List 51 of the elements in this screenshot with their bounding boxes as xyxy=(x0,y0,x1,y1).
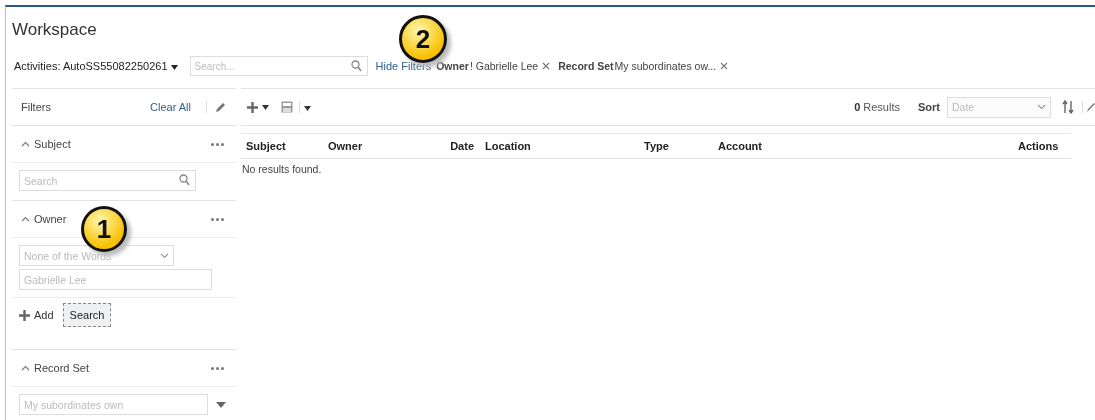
caret-icon xyxy=(170,65,178,70)
caret-icon[interactable] xyxy=(216,401,226,408)
section-chevron-icon[interactable] xyxy=(21,141,30,147)
column-header[interactable]: Subject xyxy=(241,140,323,152)
caret-icon[interactable] xyxy=(304,106,311,111)
more-icon[interactable] xyxy=(211,217,224,221)
activities-dropdown[interactable]: Activities: AutoSS55082250261 xyxy=(14,60,178,72)
search-field[interactable]: Search... xyxy=(189,56,368,76)
chip-value: My subordinates ow... xyxy=(614,60,717,72)
search-icon xyxy=(179,174,190,186)
section-chevron-icon[interactable] xyxy=(21,365,30,371)
column-header[interactable]: Actions xyxy=(1013,140,1059,152)
sort-label: Sort xyxy=(918,101,940,113)
plus-icon xyxy=(247,101,258,113)
chevron-down-icon xyxy=(1037,104,1046,110)
pencil-icon[interactable] xyxy=(206,101,227,113)
callout-badge: 2 xyxy=(399,15,447,63)
more-icon[interactable] xyxy=(211,142,224,146)
chip-label: Owner xyxy=(436,60,469,72)
section-title[interactable]: Subject xyxy=(34,138,71,150)
add-button[interactable]: Add xyxy=(19,309,54,321)
chip-value: ! Gabrielle Lee xyxy=(469,60,539,72)
sort-order-icon[interactable] xyxy=(1062,100,1074,114)
column-header[interactable]: Owner xyxy=(323,140,440,152)
callout-badge: 1 xyxy=(81,206,127,252)
column-header[interactable]: Date xyxy=(440,140,480,152)
chevron-down-icon xyxy=(160,252,169,259)
column-header[interactable]: Location xyxy=(480,140,639,152)
caret-icon xyxy=(262,104,269,110)
section-chevron-icon[interactable] xyxy=(21,216,30,222)
hide-filters-link[interactable]: Hide Filters xyxy=(375,60,432,72)
chip-label: Record Set xyxy=(558,60,614,72)
search-field[interactable]: Search xyxy=(19,170,196,191)
add-menu-button[interactable] xyxy=(247,101,269,113)
search-icon xyxy=(350,60,362,72)
column-header[interactable]: Type xyxy=(639,140,713,152)
search-button[interactable]: Search xyxy=(62,303,112,327)
more-icon[interactable] xyxy=(211,366,224,370)
pencil-icon[interactable] xyxy=(1082,101,1095,113)
clear-all-link[interactable]: Clear All xyxy=(150,101,191,113)
save-icon[interactable] xyxy=(281,101,293,113)
results-count: 0 Results xyxy=(854,101,900,113)
close-icon[interactable] xyxy=(720,62,729,70)
close-icon[interactable] xyxy=(542,62,551,70)
plus-icon xyxy=(19,309,30,321)
filters-title: Filters xyxy=(21,101,52,113)
section-title[interactable]: Record Set xyxy=(34,362,90,374)
page-title: Workspace xyxy=(12,20,97,40)
column-header[interactable]: Account xyxy=(713,140,1013,152)
section-title[interactable]: Owner xyxy=(34,213,67,225)
empty-message: No results found. xyxy=(241,162,323,175)
